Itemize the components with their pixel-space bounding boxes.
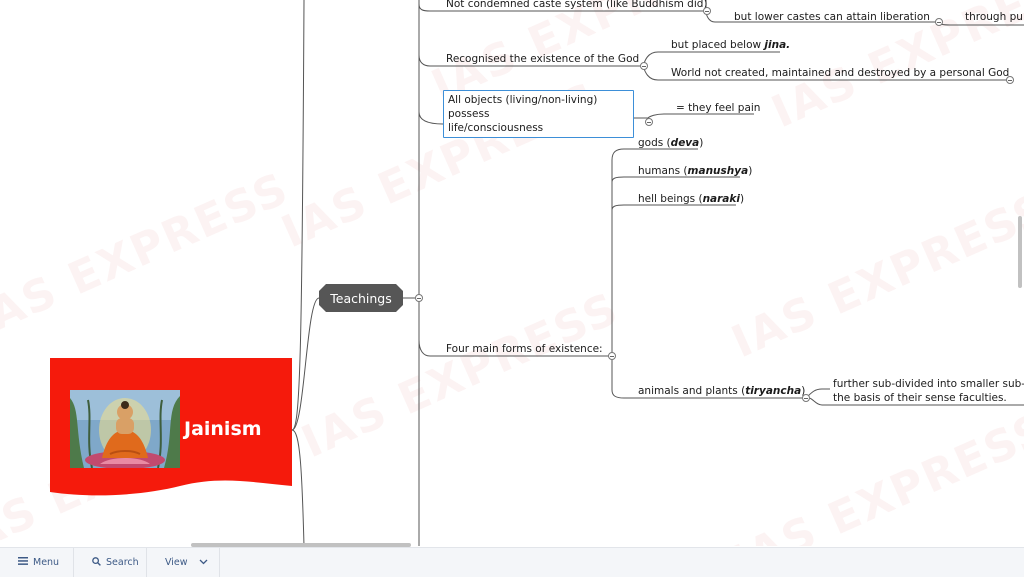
collapse-toggle[interactable] — [608, 352, 616, 360]
bottom-toolbar: Menu Search View — [0, 547, 1024, 577]
node-text: animals and plants ( — [638, 385, 746, 397]
central-topic-jainism[interactable]: Jainism — [50, 358, 292, 498]
topic-teachings[interactable]: Teachings — [319, 284, 403, 312]
collapse-toggle[interactable] — [415, 294, 423, 302]
menu-button[interactable]: Menu — [0, 548, 74, 577]
buddha-image — [70, 390, 180, 468]
node-lower-castes[interactable]: but lower castes can attain liberation — [734, 10, 930, 24]
node-text: ) — [748, 165, 753, 177]
node-text-line: the basis of their sense faculties. — [833, 392, 1007, 404]
node-text: but placed below — [671, 39, 765, 51]
node-text: ) — [739, 193, 745, 205]
node-form-item[interactable]: hell beings (naraki) — [638, 192, 744, 206]
node-below-jina[interactable]: but placed below jina. — [671, 38, 790, 52]
node-emphasis: jina. — [764, 39, 791, 51]
central-topic-title: Jainism — [184, 418, 262, 440]
node-text: humans ( — [638, 165, 688, 177]
node-all-objects-selected[interactable]: All objects (living/non-living) possess … — [443, 90, 634, 138]
node-text-line: life/consciousness — [448, 122, 544, 134]
node-emphasis: tiryancha — [745, 385, 802, 397]
collapse-toggle[interactable] — [935, 18, 943, 26]
vertical-scrollbar[interactable] — [1018, 216, 1022, 288]
collapse-toggle[interactable] — [640, 62, 648, 70]
node-form-item[interactable]: gods (deva) — [638, 136, 703, 150]
node-text-line: further sub-divided into smaller sub-c — [833, 378, 1024, 390]
collapse-toggle[interactable] — [703, 7, 711, 15]
node-text: ) — [699, 137, 704, 149]
hamburger-icon — [18, 557, 28, 568]
mindmap-canvas[interactable]: IAS EXPRESS IAS EXPRESS IAS EXPRESS IAS … — [0, 0, 1024, 546]
node-text: hell beings ( — [638, 193, 703, 205]
node-emphasis: deva — [670, 137, 700, 149]
search-label: Search — [106, 557, 139, 568]
chevron-down-icon — [199, 557, 208, 568]
collapse-toggle[interactable] — [802, 394, 810, 402]
node-world-not-created[interactable]: World not created, maintained and destro… — [671, 66, 1009, 80]
node-form-item[interactable]: humans (manushya) — [638, 164, 752, 178]
search-button[interactable]: Search — [74, 548, 147, 577]
node-emphasis: manushya — [687, 165, 749, 177]
menu-label: Menu — [33, 557, 60, 568]
node-emphasis: naraki — [702, 193, 740, 205]
search-icon — [92, 556, 101, 569]
node-existence-of-god[interactable]: Recognised the existence of the God — [446, 52, 639, 66]
collapse-toggle[interactable] — [645, 118, 653, 126]
node-form-item[interactable]: animals and plants (tiryancha) — [638, 384, 805, 398]
view-label: View — [165, 557, 188, 568]
collapse-toggle[interactable] — [1006, 76, 1014, 84]
node-through[interactable]: through pu — [965, 10, 1023, 24]
node-text-line: All objects (living/non-living) possess — [448, 94, 598, 120]
node-caste-system[interactable]: Not condemned caste system (like Buddhis… — [446, 0, 708, 11]
node-sub-divided[interactable]: further sub-divided into smaller sub-c t… — [833, 377, 1024, 405]
view-button[interactable]: View — [147, 548, 220, 577]
node-text: gods ( — [638, 137, 671, 149]
node-four-forms[interactable]: Four main forms of existence: — [446, 342, 603, 356]
node-feel-pain[interactable]: = they feel pain — [676, 101, 760, 115]
